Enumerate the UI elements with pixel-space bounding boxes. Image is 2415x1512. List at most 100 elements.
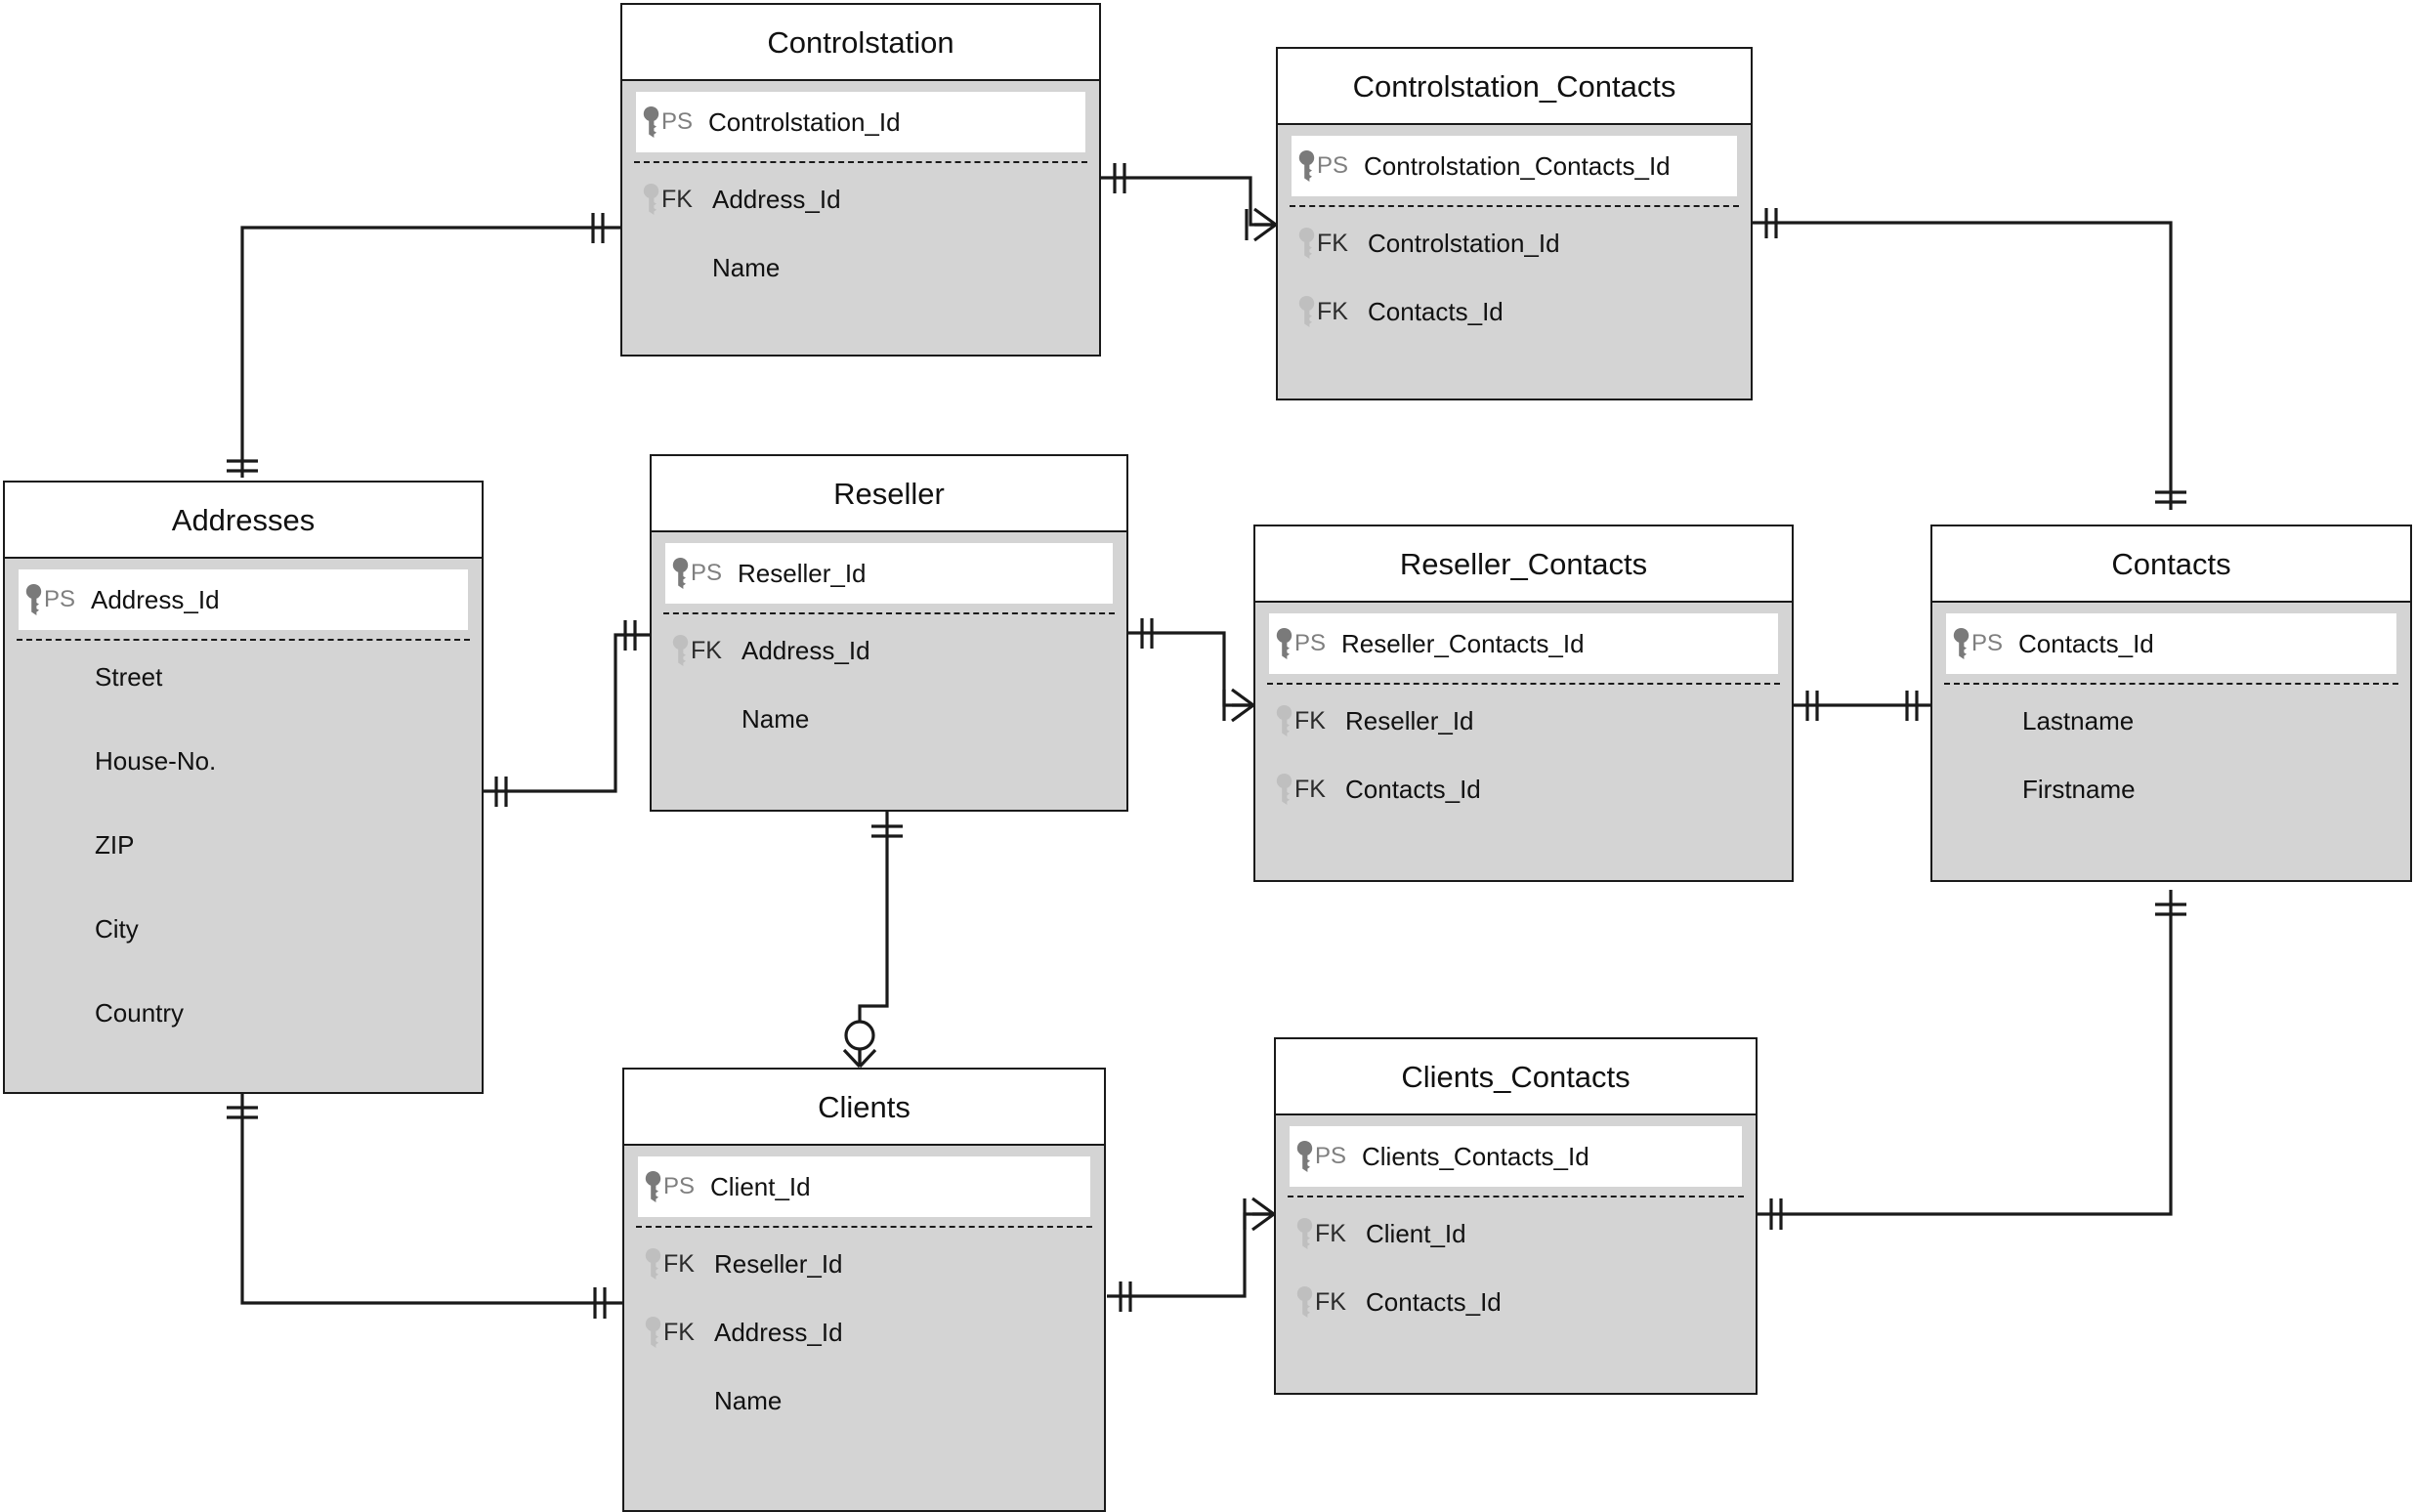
fk-key-cell: FK	[1292, 295, 1362, 328]
attribute-row[interactable]: Name	[652, 693, 1126, 745]
entity-controlstation[interactable]: Controlstation PS Controlstation_Id FK A…	[620, 3, 1101, 357]
attribute-label: Client_Id	[1366, 1218, 1466, 1248]
key-icon	[1295, 1140, 1314, 1173]
attribute-row[interactable]: Name	[622, 241, 1099, 294]
attribute-row[interactable]: House-No.	[5, 735, 482, 787]
entity-name-label: Clients_Contacts	[1401, 1059, 1631, 1094]
crows-foot	[842, 1048, 877, 1069]
fk-key-cell: FK	[1290, 1285, 1360, 1319]
key-icon	[1275, 773, 1293, 806]
key-icon	[1295, 1285, 1314, 1319]
primary-key-row[interactable]: PS Controlstation_Contacts_Id	[1292, 136, 1737, 196]
key-icon	[671, 557, 690, 590]
pk-key-cell: PS	[638, 1170, 708, 1203]
pk-label: Contacts_Id	[2018, 628, 2154, 658]
pk-tag: PS	[44, 586, 76, 612]
attribute-label: Name	[714, 1385, 783, 1415]
entity-title: Reseller	[652, 456, 1126, 532]
attribute-row[interactable]: Firstname	[1932, 763, 2410, 816]
connector-addresses-controlstation	[240, 226, 620, 478]
attribute-label: Contacts_Id	[1366, 1286, 1502, 1317]
key-icon	[1297, 227, 1316, 260]
crows-foot	[1251, 1197, 1275, 1232]
attribute-row[interactable]: FK Address_Id	[652, 624, 1126, 677]
pk-label: Reseller_Id	[738, 558, 867, 588]
key-icon	[1295, 1217, 1314, 1250]
attribute-row[interactable]: Name	[624, 1374, 1104, 1427]
entity-title: Reseller_Contacts	[1255, 526, 1792, 603]
pk-key-cell: PS	[19, 583, 89, 616]
entity-body: PS Clients_Contacts_Id FK Client_Id FK C…	[1276, 1126, 1756, 1328]
primary-key-row[interactable]: PS Controlstation_Id	[636, 92, 1085, 152]
fk-key-cell: FK	[1269, 773, 1339, 806]
connector-reseller-clients	[858, 812, 889, 1067]
pk-tag: PS	[691, 560, 723, 586]
attribute-row[interactable]: FK Client_Id	[1276, 1207, 1756, 1260]
pk-label: Controlstation_Id	[708, 106, 901, 137]
crows-foot	[1253, 207, 1277, 242]
attribute-row[interactable]: Country	[5, 987, 482, 1039]
attribute-label: Contacts_Id	[1368, 296, 1504, 326]
attribute-row[interactable]: FK Reseller_Id	[624, 1238, 1104, 1290]
attribute-label: Address_Id	[714, 1317, 843, 1347]
fk-tag: FK	[1315, 1219, 1346, 1247]
fk-tag: FK	[1294, 775, 1326, 803]
key-icon	[1952, 627, 1970, 660]
entity-controlstation-contacts[interactable]: Controlstation_Contacts PS Controlstatio…	[1276, 47, 1753, 400]
entity-clients[interactable]: Clients PS Client_Id FK Reseller_Id FK A…	[622, 1068, 1106, 1512]
attribute-row[interactable]: FK Contacts_Id	[1255, 763, 1792, 816]
entity-body: PS Address_Id Street House-No. ZIP City	[5, 569, 482, 1039]
primary-key-row[interactable]: PS Contacts_Id	[1946, 613, 2396, 674]
entity-body: PS Client_Id FK Reseller_Id FK Address_I…	[624, 1156, 1104, 1427]
pk-key-cell: PS	[1292, 149, 1362, 183]
attribute-row[interactable]: ZIP	[5, 819, 482, 871]
entity-reseller[interactable]: Reseller PS Reseller_Id FK Address_Id Na…	[650, 454, 1128, 812]
pk-divider	[636, 1226, 1092, 1228]
attribute-row[interactable]: Street	[5, 651, 482, 703]
fk-tag: FK	[1317, 297, 1348, 325]
entity-contacts[interactable]: Contacts PS Contacts_Id Lastname Firstna…	[1930, 525, 2412, 882]
attribute-row[interactable]: FK Reseller_Id	[1255, 694, 1792, 747]
attribute-row[interactable]: FK Contacts_Id	[1278, 285, 1751, 338]
optional-circle	[844, 1020, 875, 1051]
fk-key-cell: FK	[1269, 704, 1339, 737]
attribute-row[interactable]: FK Contacts_Id	[1276, 1276, 1756, 1328]
fk-tag: FK	[663, 1318, 695, 1346]
pk-divider	[17, 639, 470, 641]
entity-title: Clients	[624, 1070, 1104, 1146]
pk-tag: PS	[1294, 630, 1327, 656]
attribute-label: House-No.	[95, 745, 217, 776]
entity-reseller-contacts[interactable]: Reseller_Contacts PS Reseller_Contacts_I…	[1253, 525, 1794, 882]
pk-key-cell: PS	[665, 557, 736, 590]
pk-divider	[1290, 205, 1739, 207]
attribute-label: Lastname	[2022, 705, 2135, 735]
attribute-row[interactable]: Lastname	[1932, 694, 2410, 747]
entity-body: PS Contacts_Id Lastname Firstname	[1932, 613, 2410, 816]
pk-label: Address_Id	[91, 584, 220, 614]
pk-tag: PS	[1971, 630, 2004, 656]
attribute-row[interactable]: FK Controlstation_Id	[1278, 217, 1751, 270]
key-icon	[642, 105, 660, 139]
attribute-label: Reseller_Id	[1345, 705, 1474, 735]
primary-key-row[interactable]: PS Client_Id	[638, 1156, 1090, 1217]
primary-key-row[interactable]: PS Address_Id	[19, 569, 468, 630]
entity-clients-contacts[interactable]: Clients_Contacts PS Clients_Contacts_Id	[1274, 1037, 1758, 1395]
primary-key-row[interactable]: PS Reseller_Contacts_Id	[1269, 613, 1778, 674]
attribute-label: Firstname	[2022, 774, 2136, 804]
pk-divider	[1944, 683, 2398, 685]
pk-divider	[1267, 683, 1780, 685]
entity-addresses[interactable]: Addresses PS Address_Id Street House-No.	[3, 481, 484, 1094]
entity-name-label: Contacts	[2111, 546, 2231, 581]
fk-key-cell: FK	[665, 634, 736, 667]
attribute-label: ZIP	[95, 829, 135, 860]
entity-title: Clients_Contacts	[1276, 1039, 1756, 1115]
attribute-label: Name	[741, 703, 810, 734]
attribute-label: Address_Id	[712, 184, 841, 214]
connector-contacts-clients_contacts	[1758, 890, 2173, 1216]
connector-clients-clients_contacts	[1107, 1212, 1274, 1298]
primary-key-row[interactable]: PS Reseller_Id	[665, 543, 1113, 604]
primary-key-row[interactable]: PS Clients_Contacts_Id	[1290, 1126, 1742, 1187]
attribute-row[interactable]: City	[5, 903, 482, 955]
attribute-row[interactable]: FK Address_Id	[624, 1306, 1104, 1359]
attribute-row[interactable]: FK Address_Id	[622, 173, 1099, 226]
